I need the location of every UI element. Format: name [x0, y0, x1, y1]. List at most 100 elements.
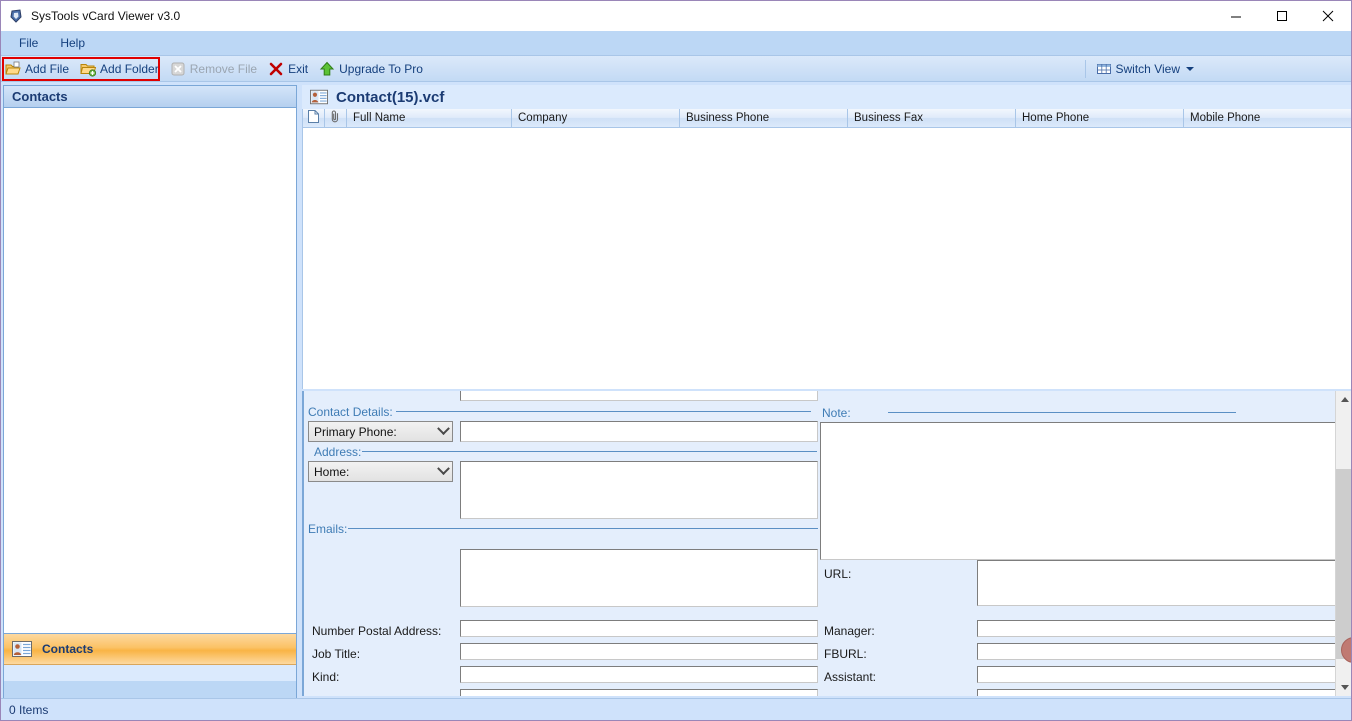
add-folder-button[interactable]: Add Folder [77, 58, 165, 80]
exit-button[interactable]: Exit [265, 58, 314, 80]
address-value-field[interactable] [460, 461, 818, 519]
grid-column-business-fax[interactable]: Business Fax [848, 109, 1016, 127]
menu-item-file[interactable]: File [9, 33, 48, 53]
emails-value-field[interactable] [460, 549, 818, 607]
bottom-partial-field-left[interactable] [460, 689, 818, 696]
label-number-postal-address: Number Postal Address: [312, 624, 441, 638]
status-items-count: 0 Items [9, 703, 48, 717]
group-label-address: Address: [314, 445, 361, 459]
grid-column-full-name[interactable]: Full Name [347, 109, 512, 127]
note-value-field[interactable] [820, 422, 1338, 560]
contacts-tree-body[interactable] [4, 108, 296, 636]
bottom-partial-field-right[interactable] [977, 689, 1338, 696]
toolbar-left-group: Add File Add Folder [1, 56, 430, 82]
sidebar-item-contacts-label: Contacts [42, 642, 93, 656]
contacts-grid: Full Name Company Business Phone Busines… [302, 109, 1352, 389]
group-line-note [888, 412, 1236, 413]
menu-bar: File Help [1, 31, 1351, 56]
app-shield-icon [9, 8, 25, 24]
sidebar-item-contacts[interactable]: Contacts [4, 634, 296, 665]
upgrade-to-pro-button[interactable]: Upgrade To Pro [316, 58, 429, 80]
contact-detail-form: Contact Details: Primary Phone: Address:… [304, 391, 1334, 696]
remove-file-button[interactable]: Remove File [167, 58, 263, 80]
label-job-title: Job Title: [312, 647, 360, 661]
toolbar: Add File Add Folder [1, 56, 1351, 82]
group-line-address [362, 451, 817, 452]
navigation-buttons-panel: Contacts [3, 633, 297, 700]
scroll-up-arrow-icon [1341, 397, 1349, 402]
switch-view-button[interactable]: Switch View [1093, 58, 1200, 80]
assistant-field[interactable] [977, 666, 1338, 683]
menu-item-help[interactable]: Help [50, 33, 95, 53]
grid-column-company[interactable]: Company [512, 109, 680, 127]
add-file-button[interactable]: Add File [2, 58, 75, 80]
close-button[interactable] [1305, 1, 1351, 31]
minimize-button[interactable] [1213, 1, 1259, 31]
top-partial-field[interactable] [460, 391, 818, 401]
primary-phone-combo-value: Primary Phone: [314, 425, 397, 439]
document-icon [308, 110, 319, 126]
contacts-panel-header: Contacts [4, 86, 296, 108]
primary-phone-value-field[interactable] [460, 421, 818, 442]
add-folder-icon [80, 61, 96, 77]
manager-field[interactable] [977, 620, 1338, 637]
contact-card-icon [310, 89, 328, 105]
address-type-combo[interactable]: Home: [308, 461, 453, 482]
scroll-down-button[interactable] [1336, 679, 1352, 696]
grid-column-attachment[interactable] [325, 109, 347, 127]
group-line-emails [348, 528, 818, 529]
grid-header-row: Full Name Company Business Phone Busines… [303, 109, 1352, 128]
label-url: URL: [824, 567, 851, 581]
label-kind: Kind: [312, 670, 339, 684]
job-title-field[interactable] [460, 643, 818, 660]
green-up-arrow-icon [319, 61, 335, 77]
open-folder-icon [5, 61, 21, 77]
toolbar-right-group: Switch View [1079, 56, 1349, 82]
paperclip-icon [330, 110, 341, 126]
maximize-button[interactable] [1259, 1, 1305, 31]
fburl-field[interactable] [977, 643, 1338, 660]
grid-rows-area[interactable] [303, 128, 1352, 388]
status-bar: 0 Items [1, 698, 1351, 720]
grid-column-home-phone[interactable]: Home Phone [1016, 109, 1184, 127]
red-x-icon [268, 61, 284, 77]
toolbar-separator [1085, 60, 1086, 78]
chevron-down-icon [437, 462, 450, 475]
chevron-down-icon [437, 422, 450, 435]
scroll-down-arrow-icon [1341, 685, 1349, 690]
upgrade-to-pro-label: Upgrade To Pro [339, 62, 423, 76]
kind-field[interactable] [460, 666, 818, 683]
grid-column-mobile-phone[interactable]: Mobile Phone [1184, 109, 1352, 127]
label-fburl: FBURL: [824, 647, 867, 661]
primary-phone-combo[interactable]: Primary Phone: [308, 421, 453, 442]
grid-column-business-phone[interactable]: Business Phone [680, 109, 848, 127]
number-postal-address-field[interactable] [460, 620, 818, 637]
url-field[interactable] [977, 560, 1338, 606]
remove-x-icon [170, 61, 186, 77]
nav-empty-slot-1 [4, 665, 296, 682]
remove-file-label: Remove File [190, 62, 257, 76]
contacts-tree-panel: Contacts [3, 85, 297, 636]
scrollbar-thumb[interactable] [1336, 469, 1352, 659]
file-name-label: Contact(15).vcf [336, 89, 444, 106]
window-title: SysTools vCard Viewer v3.0 [31, 9, 180, 23]
contact-card-icon [12, 641, 32, 657]
label-assistant: Assistant: [824, 670, 876, 684]
window-controls [1213, 1, 1351, 31]
group-label-note: Note: [822, 406, 851, 420]
contact-detail-pane: Contact Details: Primary Phone: Address:… [302, 391, 1352, 696]
application-window: SysTools vCard Viewer v3.0 File Help [0, 0, 1352, 721]
chevron-down-icon [1186, 67, 1194, 71]
address-type-combo-value: Home: [314, 465, 349, 479]
add-file-label: Add File [25, 62, 69, 76]
group-line-contact-details [396, 411, 811, 412]
scroll-up-button[interactable] [1336, 391, 1352, 408]
grid-column-document[interactable] [303, 109, 325, 127]
label-manager: Manager: [824, 624, 875, 638]
add-folder-label: Add Folder [100, 62, 159, 76]
nav-empty-slot-2 [4, 682, 296, 698]
group-label-emails: Emails: [308, 522, 347, 536]
grid-view-icon [1096, 61, 1112, 77]
exit-label: Exit [288, 62, 308, 76]
switch-view-label: Switch View [1116, 62, 1180, 76]
